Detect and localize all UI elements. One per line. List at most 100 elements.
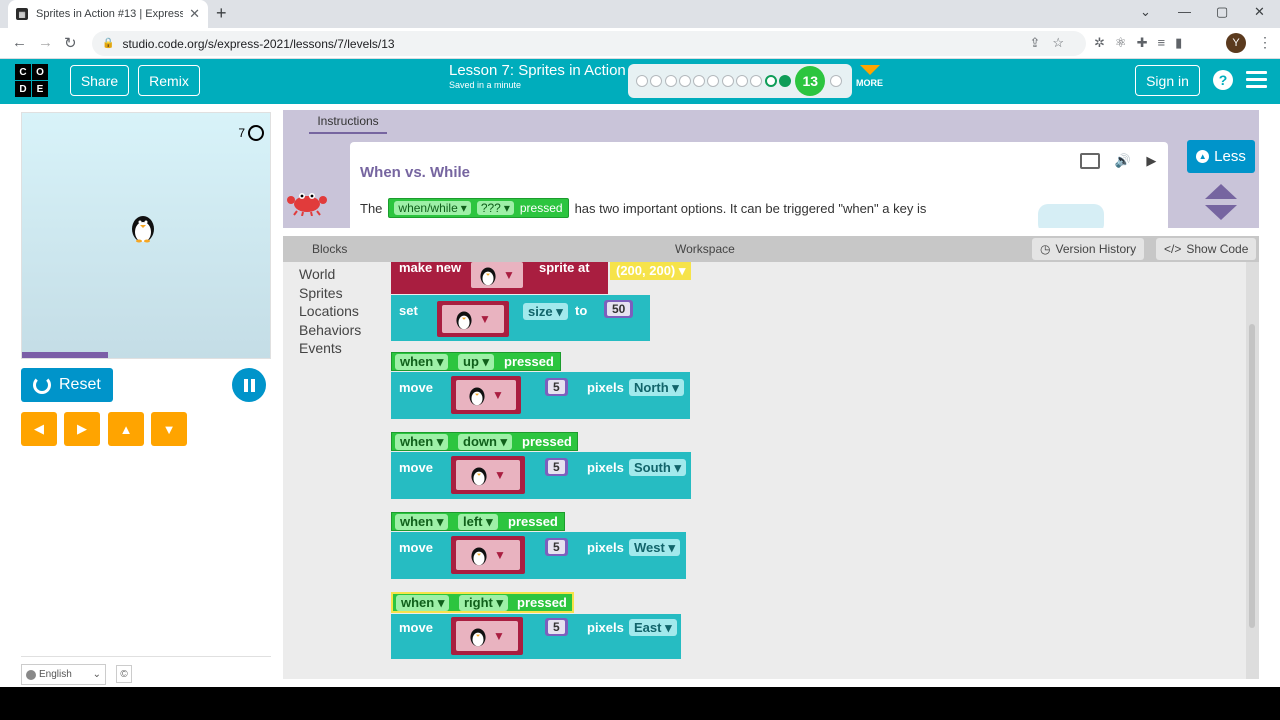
hamburger-menu-icon[interactable]: [1246, 71, 1267, 92]
url-field[interactable]: 🔒 studio.code.org/s/express-2021/lessons…: [92, 31, 1086, 56]
pixels-number-input[interactable]: 5: [545, 378, 568, 396]
size-number-input[interactable]: 50: [604, 300, 634, 318]
sprite-dropdown-wrapper[interactable]: ▼: [451, 536, 525, 574]
browser-menu-icon[interactable]: ⋮: [1258, 34, 1272, 51]
sprite-dropdown[interactable]: ▼: [471, 262, 523, 288]
property-dropdown[interactable]: size ▾: [523, 303, 568, 320]
level-dot[interactable]: [693, 75, 706, 87]
extension-bug-icon[interactable]: ✲: [1094, 35, 1115, 50]
sprite-dropdown-wrapper[interactable]: ▼: [437, 301, 509, 337]
profile-avatar[interactable]: Y: [1226, 33, 1246, 53]
move-block[interactable]: move ▼ 5 pixels East ▾: [391, 614, 681, 659]
make-new-sprite-block[interactable]: make new ▼ sprite at: [391, 262, 608, 294]
direction-dropdown[interactable]: South ▾: [629, 459, 686, 476]
sprite-dropdown-wrapper[interactable]: ▼: [451, 376, 521, 414]
help-icon[interactable]: ?: [1213, 70, 1233, 90]
block-canvas[interactable]: make new ▼ sprite at (200, 200) ▾ set ▼ …: [390, 262, 1246, 679]
new-tab-icon[interactable]: +: [216, 3, 227, 24]
copyright-button[interactable]: ©: [116, 665, 132, 683]
level-dot[interactable]: [778, 75, 791, 87]
level-dot[interactable]: [721, 75, 734, 87]
media-queue-icon[interactable]: ≡: [1157, 35, 1175, 50]
up-arrow-button[interactable]: ▲: [108, 412, 144, 446]
when-pressed-event-block[interactable]: when ▾ right ▾ pressed: [391, 592, 574, 613]
less-button[interactable]: ▲ Less: [1187, 140, 1255, 173]
right-arrow-button[interactable]: ▶: [64, 412, 100, 446]
direction-dropdown[interactable]: West ▾: [629, 539, 680, 556]
immersive-reader-icon[interactable]: [1079, 153, 1100, 169]
level-dot[interactable]: [650, 75, 663, 87]
hint-bubble[interactable]: [1038, 204, 1104, 228]
when-dropdown[interactable]: when ▾: [395, 354, 449, 370]
language-select[interactable]: English ⌄: [21, 664, 106, 685]
level-dot[interactable]: [750, 75, 763, 87]
when-dropdown[interactable]: when ▾: [395, 514, 449, 530]
left-arrow-button[interactable]: ◀: [21, 412, 57, 446]
level-dot[interactable]: [636, 75, 648, 87]
minimize-icon[interactable]: —: [1178, 4, 1191, 19]
down-arrow-button[interactable]: ▼: [151, 412, 187, 446]
toolbox-category-events[interactable]: Events: [299, 340, 390, 359]
level-dot[interactable]: [736, 75, 749, 87]
key-dropdown[interactable]: right ▾: [459, 595, 509, 611]
direction-dropdown[interactable]: North ▾: [629, 379, 684, 396]
toolbox-category-world[interactable]: World: [299, 266, 390, 285]
set-size-block[interactable]: set ▼ size ▾ to 50: [391, 295, 650, 341]
side-panel-icon[interactable]: ▮: [1175, 35, 1192, 50]
key-dropdown[interactable]: left ▾: [458, 514, 498, 530]
workspace-scrollbar[interactable]: [1249, 324, 1255, 628]
toolbox-category-sprites[interactable]: Sprites: [299, 285, 390, 304]
move-block[interactable]: move ▼ 5 pixels South ▾: [391, 452, 691, 499]
play-icon[interactable]: ▶: [1146, 153, 1156, 169]
close-tab-icon[interactable]: ✕: [189, 6, 200, 22]
code-org-logo[interactable]: C O D E: [15, 64, 48, 97]
direction-dropdown[interactable]: East ▾: [629, 619, 677, 636]
level-dot[interactable]: [707, 75, 720, 87]
sprite-dropdown[interactable]: ▼: [456, 540, 520, 570]
current-level-bubble[interactable]: 13: [795, 66, 826, 96]
sprite-dropdown-wrapper[interactable]: ▼: [451, 456, 525, 494]
sprite-dropdown[interactable]: ▼: [442, 305, 504, 333]
sprite-dropdown[interactable]: ▼: [456, 621, 518, 651]
extension-react-icon[interactable]: ⚛: [1115, 35, 1137, 50]
share-page-icon[interactable]: ⇪: [1029, 35, 1052, 50]
level-dot[interactable]: [678, 75, 691, 87]
location-value[interactable]: (200, 200) ▾: [610, 262, 692, 280]
bookmark-star-icon[interactable]: ☆: [1052, 35, 1076, 50]
speaker-icon[interactable]: 🔊: [1115, 153, 1131, 169]
when-pressed-event-block[interactable]: when ▾ up ▾ pressed: [391, 352, 561, 371]
game-stage[interactable]: 7: [21, 112, 271, 359]
tab-search-chevron-icon[interactable]: ⌄: [1140, 4, 1151, 20]
when-dropdown[interactable]: when ▾: [395, 434, 449, 450]
sprite-dropdown-wrapper[interactable]: ▼: [451, 617, 523, 655]
move-block[interactable]: move ▼ 5 pixels North ▾: [391, 372, 690, 419]
show-code-button[interactable]: </> Show Code: [1156, 238, 1257, 260]
sprite-dropdown[interactable]: ▼: [456, 380, 516, 410]
level-dot[interactable]: [830, 75, 843, 87]
toolbox-category-behaviors[interactable]: Behaviors: [299, 322, 390, 341]
key-dropdown[interactable]: down ▾: [458, 434, 513, 450]
pixels-number-input[interactable]: 5: [545, 538, 568, 556]
more-levels-button[interactable]: MORE: [856, 65, 883, 88]
sign-in-button[interactable]: Sign in: [1135, 65, 1200, 96]
reload-icon[interactable]: ↻: [64, 34, 77, 52]
resize-handle-icon[interactable]: [1203, 182, 1239, 222]
level-dot[interactable]: [664, 75, 677, 87]
pixels-number-input[interactable]: 5: [545, 618, 568, 636]
share-button[interactable]: Share: [70, 65, 129, 96]
close-window-icon[interactable]: ✕: [1254, 4, 1265, 20]
pixels-number-input[interactable]: 5: [545, 458, 568, 476]
back-icon[interactable]: ←: [12, 34, 27, 51]
version-history-button[interactable]: ◷ Version History: [1032, 238, 1145, 260]
remix-button[interactable]: Remix: [138, 65, 200, 96]
forward-icon[interactable]: →: [38, 34, 53, 51]
maximize-icon[interactable]: ▢: [1216, 4, 1228, 20]
reset-button[interactable]: Reset: [21, 368, 113, 402]
level-dot[interactable]: [764, 75, 777, 87]
when-dropdown[interactable]: when ▾: [396, 595, 450, 611]
lesson-title[interactable]: Lesson 7: Sprites in Action: [449, 62, 626, 79]
key-dropdown[interactable]: up ▾: [458, 354, 495, 370]
browser-tab[interactable]: ▦ Sprites in Action #13 | Express Co ✕: [8, 0, 208, 28]
toolbox-category-locations[interactable]: Locations: [299, 303, 390, 322]
pause-button[interactable]: [232, 368, 266, 402]
